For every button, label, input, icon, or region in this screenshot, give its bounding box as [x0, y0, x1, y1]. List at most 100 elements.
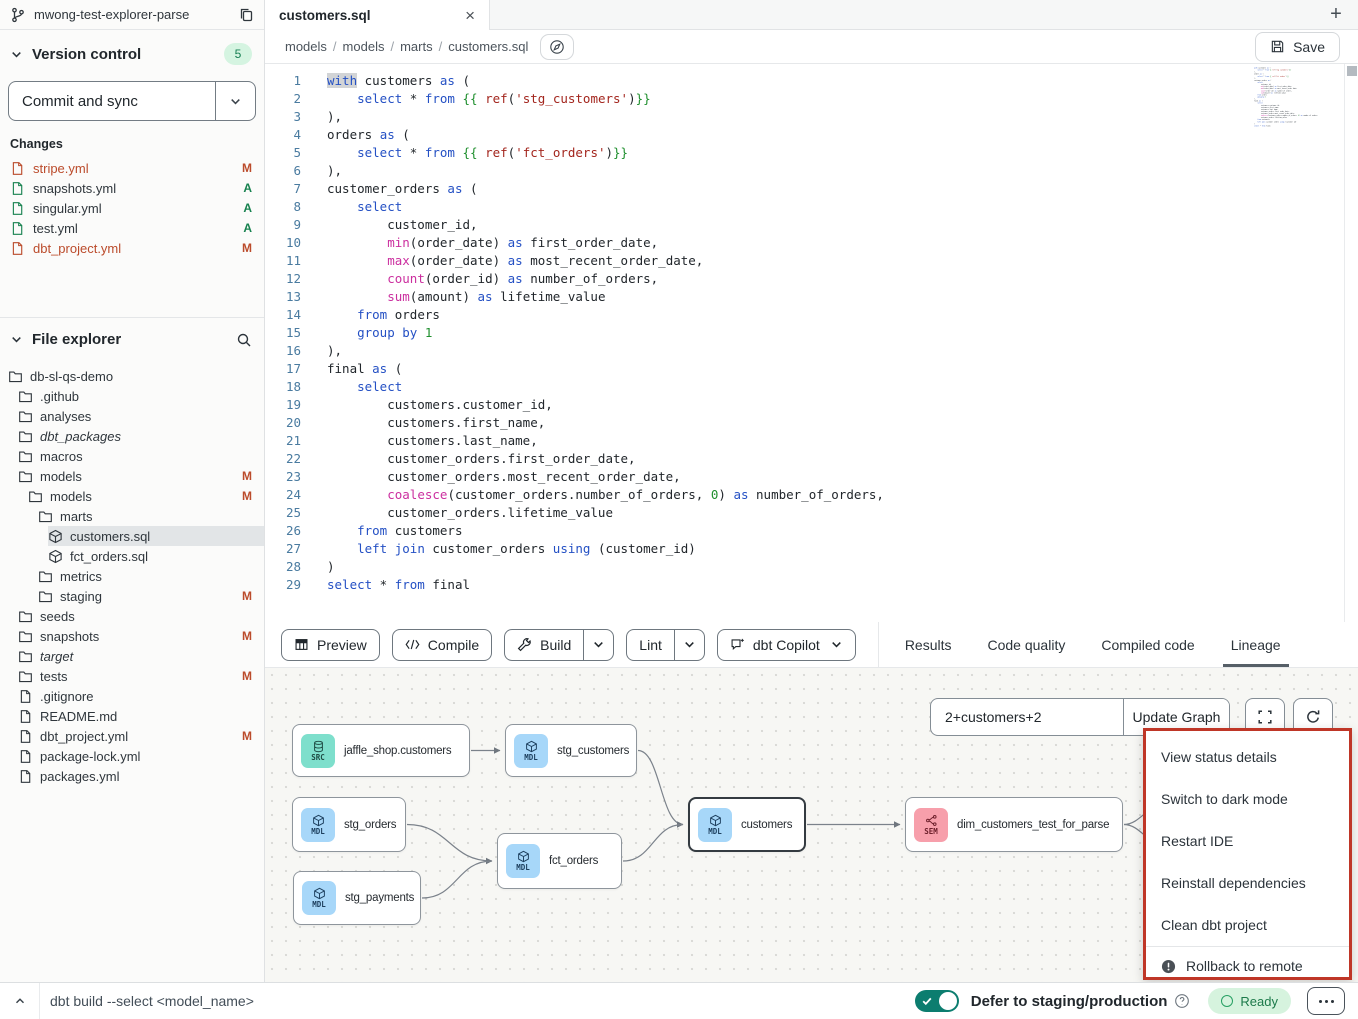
save-button[interactable]: Save	[1255, 32, 1340, 62]
menu-item-reinstall-dependencies[interactable]: Reinstall dependencies	[1146, 862, 1349, 904]
lineage-node-stg-payments[interactable]: MDLstg_payments	[293, 871, 421, 925]
defer-toggle[interactable]	[915, 990, 959, 1012]
changed-file-row[interactable]: stripe.ymlM	[0, 158, 264, 178]
tree-item-snapshots[interactable]: snapshotsM	[0, 626, 264, 646]
menu-item-rollback-to-remote[interactable]: Rollback to remote	[1146, 947, 1349, 982]
menu-item-restart-ide[interactable]: Restart IDE	[1146, 820, 1349, 862]
tree-item-macros[interactable]: macros	[0, 446, 264, 466]
scrollbar-thumb[interactable]	[1347, 66, 1357, 76]
code-text: with customers as (	[327, 72, 470, 90]
tree-item-metrics[interactable]: metrics	[0, 566, 264, 586]
action-dropdown-lint[interactable]	[674, 630, 704, 660]
tree-item-staging[interactable]: stagingM	[0, 586, 264, 606]
tree-item-models[interactable]: modelsM	[0, 486, 264, 506]
minimap[interactable]: with customers as ( select * from {{ ref…	[1254, 67, 1336, 139]
sidebar: mwong-test-explorer-parse Version contro…	[0, 0, 265, 982]
tree-item-dbt-project-yml[interactable]: dbt_project.ymlM	[0, 726, 264, 746]
tree-item-customers-sql[interactable]: customers.sql	[0, 526, 264, 546]
menu-item-clean-dbt-project[interactable]: Clean dbt project	[1146, 904, 1349, 946]
changed-file-row[interactable]: dbt_project.ymlM	[0, 238, 264, 258]
breadcrumb-item[interactable]: models	[285, 39, 327, 54]
tree-item-analyses[interactable]: analyses	[0, 406, 264, 426]
tree-item-marts[interactable]: marts	[0, 506, 264, 526]
action-button-lint[interactable]: Lint	[626, 629, 705, 661]
file-icon	[10, 241, 25, 256]
action-button-dbt-copilot[interactable]: dbt Copilot	[717, 629, 856, 661]
tree-item-fct-orders-sql[interactable]: fct_orders.sql	[0, 546, 264, 566]
tree-item-target[interactable]: target	[0, 646, 264, 666]
lineage-node-dim-customers-test-for-parse[interactable]: SEMdim_customers_test_for_parse	[905, 797, 1123, 852]
commit-and-sync-button[interactable]: Commit and sync	[9, 82, 215, 120]
tree-item-gitignore[interactable]: .gitignore	[0, 686, 264, 706]
lineage-node-jaffle-shop-customers[interactable]: SRCjaffle_shop.customers	[292, 724, 470, 777]
tab-compiled-code[interactable]: Compiled code	[1101, 622, 1194, 667]
tree-item-github[interactable]: .github	[0, 386, 264, 406]
tree-item-seeds[interactable]: seeds	[0, 606, 264, 626]
tab-customers-sql[interactable]: customers.sql ×	[265, 0, 490, 30]
lineage-search-input[interactable]	[931, 699, 1123, 735]
changed-file-row[interactable]: snapshots.ymlA	[0, 178, 264, 198]
version-control-header[interactable]: Version control 5	[0, 30, 264, 73]
line-number: 25	[265, 504, 301, 522]
code-editor[interactable]: 1with customers as (2 select * from {{ r…	[265, 64, 1358, 622]
tree-item-package-lock-yml[interactable]: package-lock.yml	[0, 746, 264, 766]
lineage-node-stg-orders[interactable]: MDLstg_orders	[292, 797, 406, 852]
code-line: 17final as (	[265, 360, 1358, 378]
line-number: 27	[265, 540, 301, 558]
search-icon[interactable]	[236, 332, 252, 348]
new-tab-button[interactable]: +	[1314, 0, 1358, 29]
more-options-button[interactable]	[1307, 987, 1345, 1015]
ready-label: Ready	[1240, 994, 1278, 1009]
menu-item-switch-to-dark-mode[interactable]: Switch to dark mode	[1146, 778, 1349, 820]
editor-scrollbar[interactable]	[1344, 64, 1358, 622]
commit-options-button[interactable]	[215, 82, 255, 120]
file-explorer-header[interactable]: File explorer	[0, 318, 264, 356]
expand-command-bar-button[interactable]	[0, 983, 40, 1019]
node-badge-mdl: MDL	[514, 734, 548, 768]
code-text: group by 1	[327, 324, 432, 342]
close-icon[interactable]: ×	[465, 7, 475, 24]
code-line: 9 customer_id,	[265, 216, 1358, 234]
change-status-letter: M	[242, 241, 252, 255]
lineage-node-customers[interactable]: MDLcustomers	[688, 797, 806, 852]
line-number: 4	[265, 126, 301, 144]
tab-lineage[interactable]: Lineage	[1231, 622, 1281, 667]
code-text: ),	[327, 108, 342, 126]
tree-item-models[interactable]: modelsM	[0, 466, 264, 486]
tab-results[interactable]: Results	[905, 622, 952, 667]
changes-list: stripe.ymlMsnapshots.ymlAsingular.ymlAte…	[0, 158, 264, 258]
results-tabs: Results Code quality Compiled code Lineage	[905, 622, 1281, 667]
tree-item-db-sl-qs-demo[interactable]: db-sl-qs-demo	[0, 366, 264, 386]
action-dropdown-build[interactable]	[583, 630, 613, 660]
code-navigation-button[interactable]	[540, 34, 574, 60]
line-number: 2	[265, 90, 301, 108]
tab-code-quality[interactable]: Code quality	[988, 622, 1066, 667]
copy-icon[interactable]	[238, 7, 254, 23]
breadcrumb-item[interactable]: marts	[400, 39, 433, 54]
tree-item-dbt-packages[interactable]: dbt_packages	[0, 426, 264, 446]
menu-item-view-status-details[interactable]: View status details	[1146, 736, 1349, 778]
folder-icon	[18, 649, 33, 664]
command-input[interactable]	[40, 993, 915, 1009]
action-button-build[interactable]: Build	[504, 629, 614, 661]
lineage-node-stg-customers[interactable]: MDLstg_customers	[505, 724, 637, 777]
tree-item-tests[interactable]: testsM	[0, 666, 264, 686]
lineage-node-fct-orders[interactable]: MDLfct_orders	[497, 833, 622, 889]
breadcrumb-item[interactable]: customers.sql	[448, 39, 528, 54]
code-text: sum(amount) as lifetime_value	[327, 288, 605, 306]
menu-item-label: View status details	[1161, 749, 1277, 765]
tree-item-packages-yml[interactable]: packages.yml	[0, 766, 264, 786]
breadcrumb-item[interactable]: models	[343, 39, 385, 54]
action-button-preview[interactable]: Preview	[281, 629, 380, 661]
line-number: 29	[265, 576, 301, 594]
code-line: 29select * from final	[265, 576, 1358, 594]
line-number: 26	[265, 522, 301, 540]
action-button-label: dbt Copilot	[753, 637, 820, 653]
help-icon[interactable]	[1174, 993, 1190, 1009]
branch-name[interactable]: mwong-test-explorer-parse	[34, 7, 230, 22]
action-button-compile[interactable]: Compile	[392, 629, 492, 661]
tree-item-readme-md[interactable]: README.md	[0, 706, 264, 726]
changed-file-row[interactable]: singular.ymlA	[0, 198, 264, 218]
changed-file-row[interactable]: test.ymlA	[0, 218, 264, 238]
menu-item-label: Clean dbt project	[1161, 917, 1267, 933]
